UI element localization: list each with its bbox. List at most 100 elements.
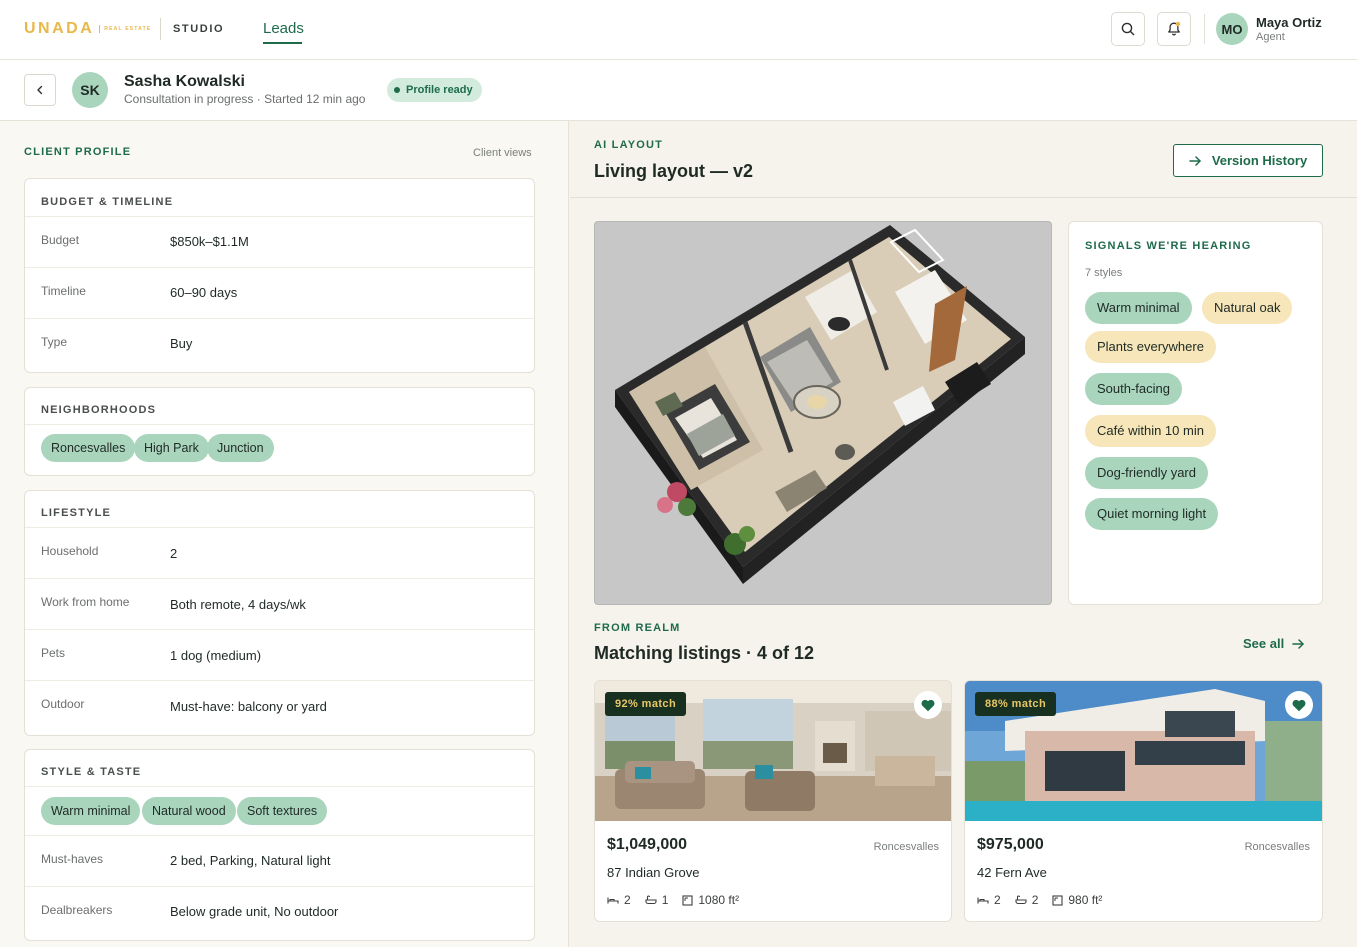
- divider: [25, 786, 534, 787]
- client-views-toggle[interactable]: Client views: [473, 147, 532, 159]
- signals-title: SIGNALS WE'RE HEARING: [1085, 240, 1252, 252]
- floorplan-render[interactable]: [594, 221, 1052, 605]
- lifestyle-card: LIFESTYLE Household 2 Work from home Bot…: [24, 490, 535, 736]
- chip-style[interactable]: Soft textures: [237, 797, 328, 825]
- arrow-right-icon: [1189, 155, 1201, 166]
- layout-panel: AI LAYOUT Living layout — v2 Version His…: [570, 121, 1357, 947]
- row-label-wfh: Work from home: [41, 595, 130, 609]
- beds-value: 2: [994, 893, 1001, 907]
- neighborhoods-card: NEIGHBORHOODS Roncesvalles High Park Jun…: [24, 387, 535, 476]
- chip-style[interactable]: Warm minimal: [41, 797, 141, 825]
- area-icon: [1052, 894, 1063, 906]
- divider: [25, 629, 534, 630]
- row-value-must-haves: 2 bed, Parking, Natural light: [170, 853, 331, 868]
- bath-icon: [1015, 895, 1027, 905]
- client-profile-panel: CLIENT PROFILE Client views BUDGET & TIM…: [0, 121, 569, 947]
- logo-divider: [160, 18, 161, 40]
- listing-neighborhood: Roncesvalles: [873, 841, 939, 853]
- signal-chip[interactable]: Plants everywhere: [1085, 331, 1216, 363]
- signal-chip[interactable]: Café within 10 min: [1085, 415, 1216, 447]
- arrow-right-icon: [1292, 638, 1304, 649]
- signal-chip[interactable]: South-facing: [1085, 373, 1182, 405]
- card-title: LIFESTYLE: [41, 507, 112, 519]
- row-value-budget: $850k–$1.1M: [170, 234, 249, 249]
- listing-photo: 88% match: [965, 681, 1322, 821]
- version-history-button[interactable]: Version History: [1173, 144, 1323, 177]
- chip-neighborhood[interactable]: Roncesvalles: [41, 434, 136, 462]
- bell-icon: [1168, 21, 1181, 36]
- client-name: Sasha Kowalski: [124, 73, 245, 90]
- client-avatar: SK: [72, 72, 108, 108]
- row-value-pets: 1 dog (medium): [170, 648, 262, 663]
- area-spec: 1080 ft²: [682, 893, 739, 907]
- status-badge: Profile ready: [387, 78, 482, 102]
- listing-card[interactable]: 88% match $975,000 Roncesvalles 42 Fern …: [964, 680, 1323, 922]
- beds-spec: 2: [607, 893, 631, 907]
- row-label-timeline: Timeline: [41, 284, 86, 298]
- listing-price: $1,049,000: [607, 836, 688, 853]
- favorite-button[interactable]: [914, 691, 942, 719]
- floorplan-image: [615, 225, 1025, 584]
- divider: [25, 527, 534, 528]
- listing-neighborhood: Roncesvalles: [1244, 841, 1310, 853]
- client-header: SK Sasha Kowalski Consultation in progre…: [0, 60, 1357, 121]
- style-taste-card: STYLE & TASTE Warm minimal Natural wood …: [24, 749, 535, 941]
- chip-neighborhood[interactable]: Junction: [207, 434, 274, 462]
- signal-chip[interactable]: Warm minimal: [1085, 292, 1192, 324]
- row-label-dealbreakers: Dealbreakers: [41, 903, 113, 917]
- ai-layout-label: AI LAYOUT: [594, 139, 664, 151]
- see-all-link[interactable]: See all: [1243, 636, 1305, 651]
- divider: [25, 835, 534, 836]
- row-value-outdoor: Must-have: balcony or yard: [170, 699, 327, 714]
- signal-chip[interactable]: Quiet morning light: [1085, 498, 1219, 530]
- row-label-household: Household: [41, 544, 99, 558]
- divider: [25, 424, 534, 425]
- baths-spec: 1: [645, 893, 669, 907]
- chip-neighborhood[interactable]: High Park: [134, 434, 209, 462]
- signal-chip[interactable]: Natural oak: [1202, 292, 1293, 324]
- divider: [25, 886, 534, 887]
- search-button[interactable]: [1111, 12, 1145, 46]
- row-value-dealbreakers: Below grade unit, No outdoor: [170, 904, 339, 919]
- bed-icon: [977, 897, 989, 904]
- match-badge: 92% match: [605, 692, 687, 716]
- baths-value: 1: [661, 893, 669, 907]
- see-all-label: See all: [1243, 636, 1285, 651]
- heart-icon: [1292, 699, 1306, 711]
- favorite-button[interactable]: [1285, 691, 1313, 719]
- divider: [25, 578, 534, 579]
- card-title: STYLE & TASTE: [41, 766, 142, 778]
- layout-title: Living layout — v2: [594, 161, 754, 181]
- baths-spec: 2: [1015, 893, 1039, 907]
- user-avatar[interactable]: MO: [1216, 13, 1248, 45]
- listing-card[interactable]: 92% match $1,049,000 Roncesvalles 87 Ind…: [594, 680, 952, 922]
- listing-price: $975,000: [977, 836, 1044, 853]
- version-history-label: Version History: [1211, 153, 1308, 168]
- divider: [25, 216, 534, 217]
- signal-chip[interactable]: Dog-friendly yard: [1085, 457, 1208, 489]
- chip-style[interactable]: Natural wood: [142, 797, 236, 825]
- budget-timeline-card: BUDGET & TIMELINE Budget $850k–$1.1M Tim…: [24, 178, 535, 373]
- divider: [25, 318, 534, 319]
- nav-tab-leads[interactable]: Leads: [263, 20, 304, 37]
- listing-specs: 2 1 1080 ft²: [607, 893, 747, 907]
- brand-logo[interactable]: UNADA REAL ESTATE: [24, 20, 151, 38]
- listing-photo: 92% match: [595, 681, 951, 821]
- row-value-wfh: Both remote, 4 days/wk: [170, 597, 306, 612]
- listing-address: 87 Indian Grove: [607, 865, 700, 880]
- row-value-timeline: 60–90 days: [170, 285, 238, 300]
- logo-wordmark: UNADA: [24, 20, 95, 37]
- notifications-button[interactable]: [1157, 12, 1191, 46]
- card-title: BUDGET & TIMELINE: [41, 196, 174, 208]
- bath-icon: [645, 895, 657, 905]
- baths-value: 2: [1031, 893, 1039, 907]
- listings-title: Matching listings · 4 of 12: [594, 643, 815, 663]
- listing-specs: 2 2 980 ft²: [977, 893, 1110, 907]
- area-spec: 980 ft²: [1052, 893, 1102, 907]
- row-label-must-haves: Must-haves: [41, 852, 104, 866]
- row-value-household: 2: [170, 546, 178, 561]
- divider: [25, 680, 534, 681]
- area-value: 980 ft²: [1068, 893, 1103, 907]
- back-button[interactable]: [24, 74, 56, 106]
- user-name: Maya Ortiz: [1256, 15, 1322, 30]
